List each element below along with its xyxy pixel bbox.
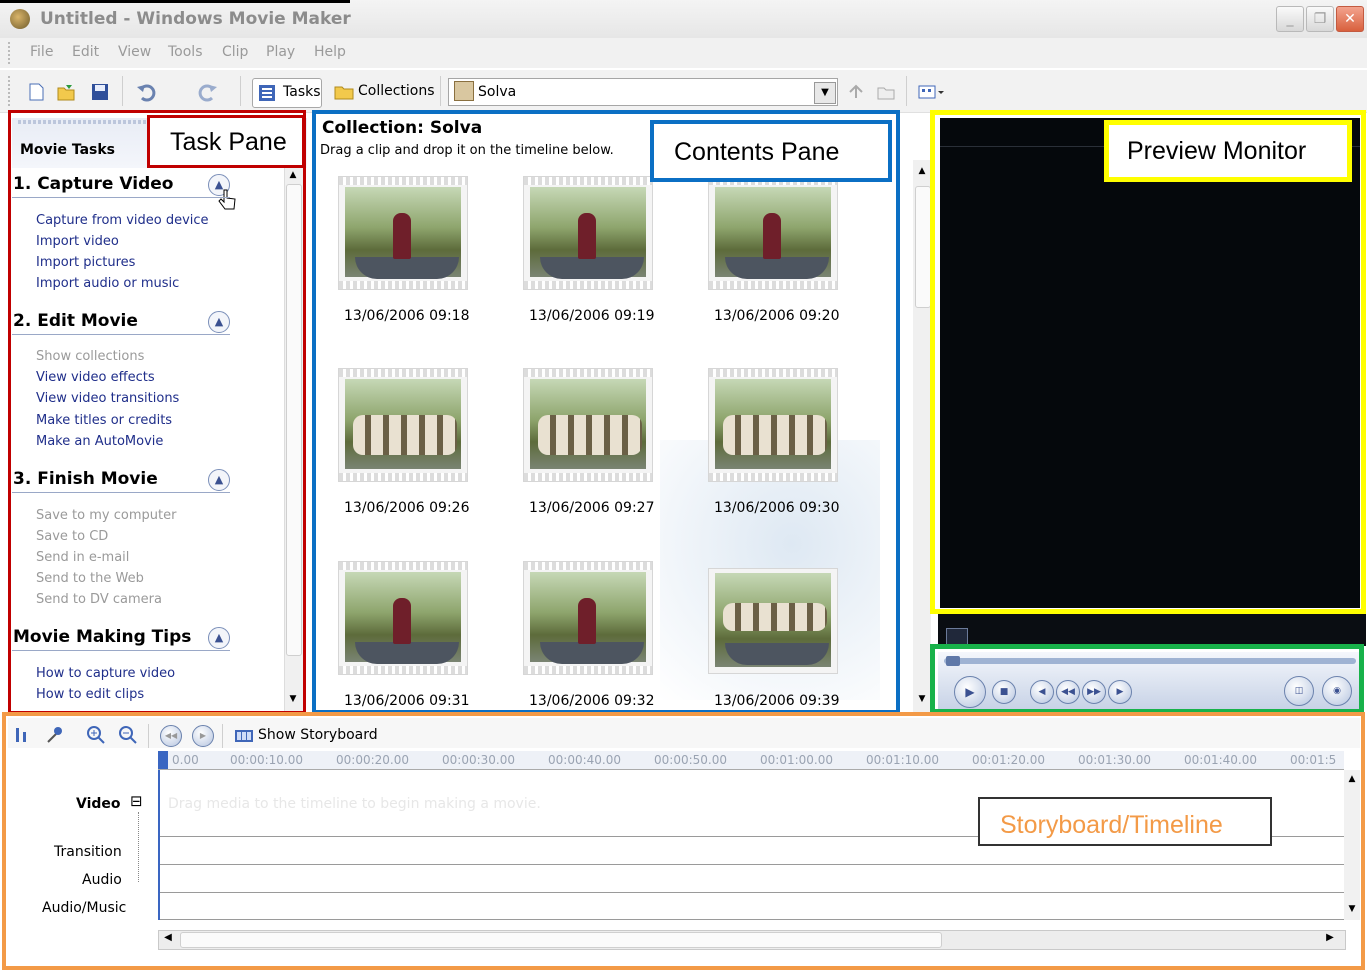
contents-pane-annotation-box: [312, 110, 900, 714]
close-button[interactable]: ✕: [1336, 6, 1364, 32]
menu-file[interactable]: File: [30, 44, 53, 60]
menu-help[interactable]: Help: [314, 44, 346, 60]
menu-tools[interactable]: Tools: [168, 44, 203, 60]
task-pane-callout: Task Pane: [147, 115, 305, 168]
scroll-up-icon[interactable]: ▲: [915, 166, 929, 180]
contents-pane-callout: Contents Pane: [650, 120, 892, 182]
open-project-icon[interactable]: [56, 82, 76, 102]
minimize-button[interactable]: _: [1276, 6, 1304, 32]
toolbar-separator: [440, 76, 441, 106]
scroll-down-icon[interactable]: ▼: [915, 694, 929, 708]
window-title: Untitled - Windows Movie Maker: [40, 9, 351, 29]
new-project-icon[interactable]: [26, 82, 46, 102]
new-collection-folder-icon[interactable]: [876, 82, 896, 102]
contents-scroll-thumb[interactable]: [915, 186, 931, 308]
movie-maker-app-icon: [10, 9, 30, 29]
collection-folder-icon: [454, 81, 474, 101]
menu-edit[interactable]: Edit: [72, 44, 99, 60]
collections-icon[interactable]: [334, 83, 354, 103]
preview-monitor-annotation-box: [930, 110, 1366, 614]
menu-play[interactable]: Play: [266, 44, 295, 60]
redo-icon[interactable]: [196, 82, 217, 102]
toolbar-separator: [240, 76, 241, 106]
menu-bar: [0, 38, 1367, 68]
chevron-down-icon[interactable]: ▼: [814, 82, 836, 104]
task-pane-annotation-box: [8, 110, 306, 714]
toolbar-grip: [8, 76, 10, 106]
toolbar-separator: [122, 76, 123, 106]
collections-button[interactable]: Collections: [358, 83, 435, 99]
playback-controls-annotation-box: [930, 644, 1364, 714]
menu-view[interactable]: View: [118, 44, 151, 60]
preview-monitor-callout: Preview Monitor: [1104, 120, 1352, 182]
storyboard-timeline-callout: Storyboard/Timeline: [978, 797, 1272, 846]
tasks-icon: [258, 84, 278, 104]
toolbar-separator: [906, 76, 907, 106]
restore-button[interactable]: ❐: [1306, 6, 1334, 32]
preview-status-band: [938, 614, 1366, 646]
collection-dropdown-value: Solva: [478, 84, 517, 100]
menu-grip: [8, 42, 10, 64]
undo-icon[interactable]: [136, 82, 156, 102]
menu-clip[interactable]: Clip: [222, 44, 248, 60]
up-one-level-icon[interactable]: [846, 82, 866, 102]
top-edge-line: [0, 0, 350, 3]
tasks-label: Tasks: [283, 84, 321, 100]
views-icon[interactable]: [918, 82, 944, 102]
save-project-icon[interactable]: [90, 82, 110, 102]
